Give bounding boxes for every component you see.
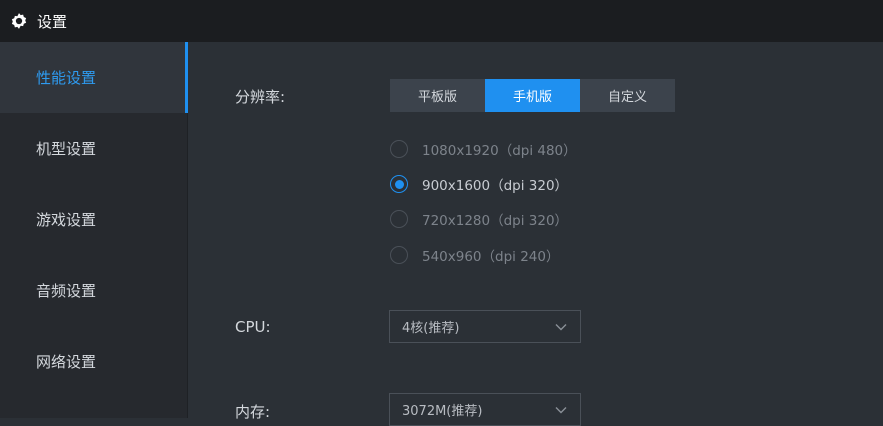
- radio-button[interactable]: [390, 140, 408, 158]
- sidebar-item-performance[interactable]: 性能设置: [0, 42, 188, 113]
- chevron-down-icon: [554, 403, 568, 417]
- chevron-down-icon: [554, 320, 568, 334]
- sidebar-item-device-model[interactable]: 机型设置: [0, 113, 188, 184]
- resolution-option-1080x1920[interactable]: 1080x1920（dpi 480）: [390, 138, 577, 160]
- tablet-mode-button[interactable]: 平板版: [390, 79, 485, 112]
- gear-icon: [9, 11, 29, 31]
- resolution-option-label: 720x1280（dpi 320）: [422, 213, 569, 229]
- radio-button[interactable]: [390, 210, 408, 228]
- custom-mode-button[interactable]: 自定义: [580, 79, 675, 112]
- resolution-mode-switch: 平板版 手机版 自定义: [390, 79, 675, 112]
- radio-button-selected[interactable]: [390, 175, 408, 193]
- memory-select-value: 3072M(推荐): [402, 404, 483, 419]
- resolution-option-label: 1080x1920（dpi 480）: [422, 143, 577, 159]
- sidebar-item-network[interactable]: 网络设置: [0, 326, 188, 397]
- phone-mode-button[interactable]: 手机版: [485, 79, 580, 112]
- resolution-option-900x1600[interactable]: 900x1600（dpi 320）: [390, 173, 568, 195]
- radio-button[interactable]: [390, 246, 408, 264]
- resolution-option-label: 900x1600（dpi 320）: [422, 178, 569, 194]
- cpu-select[interactable]: 4核(推荐): [389, 310, 581, 343]
- resolution-option-label: 540x960（dpi 240）: [422, 249, 560, 265]
- resolution-label: 分辨率:: [235, 88, 286, 106]
- sidebar-item-game[interactable]: 游戏设置: [0, 184, 188, 255]
- cpu-label: CPU:: [235, 318, 271, 336]
- sidebar: 性能设置 机型设置 游戏设置 音频设置 网络设置: [0, 42, 188, 418]
- sidebar-item-audio[interactable]: 音频设置: [0, 255, 188, 326]
- title-bar: 设置: [0, 0, 883, 42]
- settings-panel: 分辨率: 平板版 手机版 自定义 1080x1920（dpi 480） 900x…: [189, 42, 883, 426]
- cpu-select-value: 4核(推荐): [402, 321, 460, 336]
- resolution-option-540x960[interactable]: 540x960（dpi 240）: [390, 244, 559, 266]
- window-title: 设置: [37, 12, 68, 31]
- memory-select[interactable]: 3072M(推荐): [389, 393, 581, 426]
- memory-label: 内存:: [235, 403, 271, 421]
- resolution-option-720x1280[interactable]: 720x1280（dpi 320）: [390, 208, 568, 230]
